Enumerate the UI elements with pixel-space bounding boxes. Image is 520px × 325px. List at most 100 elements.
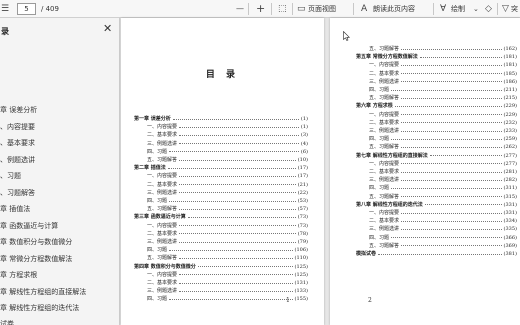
toc-entry[interactable]: 五、习题解答 (162) xyxy=(369,45,517,53)
toc-entry[interactable]: 四、习题 (155) xyxy=(147,295,308,303)
sidebar-item[interactable]: 章 函数逼近与计算 xyxy=(0,221,58,231)
zoom-out-button[interactable]: — xyxy=(236,0,244,18)
sidebar-item[interactable]: 、习题 xyxy=(0,171,21,181)
page-total-label: / 409 xyxy=(41,5,59,13)
toc-entry-page: (281) xyxy=(503,169,517,175)
toc-dot-leader xyxy=(401,122,502,124)
read-aloud-button[interactable]: 朗读此页内容 xyxy=(373,0,415,18)
sidebar-item[interactable]: 、习题解答 xyxy=(0,188,35,198)
fit-page-icon[interactable]: ⬚ xyxy=(278,0,287,18)
toc-entry[interactable]: 第六章 方程求根 (229) xyxy=(356,102,517,110)
toc-entry[interactable]: 二、基本要求 (21) xyxy=(147,181,308,189)
sidebar-item[interactable]: 章 插值法 xyxy=(0,204,30,214)
toc-entry[interactable]: 一、内容提要 (1) xyxy=(147,123,308,131)
toc-dot-leader xyxy=(197,266,293,268)
toc-entry[interactable]: 二、基本要求 (3) xyxy=(147,131,308,139)
toc-entry[interactable]: 一、内容提要 (181) xyxy=(369,61,517,69)
toc-entry[interactable]: 三、例题选讲 (233) xyxy=(369,127,517,135)
toc-entry[interactable]: 一、内容提要 (277) xyxy=(369,160,517,168)
toc-entry[interactable]: 五、习题解答 (215) xyxy=(369,94,517,102)
toc-entry[interactable]: 三、例题选讲 (133) xyxy=(147,287,308,295)
toc-entry[interactable]: 四、习题 (53) xyxy=(147,197,308,205)
highlight-icon[interactable]: ▽ xyxy=(502,0,509,18)
toc-entry[interactable]: 五、习题解答 (315) xyxy=(369,193,517,201)
toc-entry-title: 第六章 方程求根 xyxy=(356,103,393,110)
read-aloud-icon[interactable]: A xyxy=(361,0,367,18)
toc-entry[interactable]: 三、例题选讲 (335) xyxy=(369,225,517,233)
toc-entry[interactable]: 二、基本要求 (131) xyxy=(147,279,308,287)
toc-entry-title: 二、基本要求 xyxy=(369,169,400,175)
highlight-button[interactable]: 突 xyxy=(511,0,518,18)
sidebar-item[interactable]: 章 常微分方程数值解法 xyxy=(0,254,72,264)
toc-entry[interactable]: 三、例题选讲 (22) xyxy=(147,189,308,197)
close-icon[interactable]: ✕ xyxy=(103,22,112,35)
toc-dot-leader xyxy=(401,130,502,132)
zoom-in-button[interactable]: + xyxy=(256,0,265,18)
toc-entry[interactable]: 第三章 函数逼近与计算 (73) xyxy=(134,213,308,221)
toc-entry-page: (277) xyxy=(503,160,517,167)
sidebar-item[interactable]: 、内容提要 xyxy=(0,122,35,132)
toc-entry[interactable]: 第七章 解线性方程组的直接解法 (277) xyxy=(356,152,517,160)
sidebar-item[interactable]: 章 解线性方程组的直接解法 xyxy=(0,287,86,297)
toc-entry[interactable]: 一、内容提要 (17) xyxy=(147,172,308,180)
toc-entry[interactable]: 第一章 误差分析 (1) xyxy=(134,115,308,123)
toc-dot-leader xyxy=(179,274,293,276)
toc-entry[interactable]: 二、基本要求 (334) xyxy=(369,217,517,225)
draw-icon[interactable]: ∀ xyxy=(440,0,446,18)
toc-entry[interactable]: 三、例题选讲 (282) xyxy=(369,176,517,184)
toc-entry[interactable]: 第二章 插值法 (17) xyxy=(134,164,308,172)
toc-entry[interactable]: 一、内容提要 (229) xyxy=(369,111,517,119)
toc-entry[interactable]: 四、习题 (6) xyxy=(147,148,308,156)
sidebar-item[interactable]: 章 解线性方程组的迭代法 xyxy=(0,303,79,313)
table-of-contents-icon[interactable]: ☰ xyxy=(1,0,9,18)
toc-entry[interactable]: 五、习题解答 (110) xyxy=(147,254,308,262)
toc-entry-title: 一、内容提要 xyxy=(147,173,178,180)
sidebar-item[interactable]: 、例题选讲 xyxy=(0,155,35,165)
toc-entry-page: (106) xyxy=(294,247,308,254)
toc-entry[interactable]: 二、基本要求 (185) xyxy=(369,70,517,78)
draw-button[interactable]: 绘制 xyxy=(451,0,465,18)
toc-entry[interactable]: 二、基本要求 (281) xyxy=(369,168,517,176)
toc-entry-page: (162) xyxy=(503,46,517,52)
page-number-input[interactable]: 5 xyxy=(17,3,36,15)
toc-entry[interactable]: 五、习题解答 (369) xyxy=(369,242,517,250)
toc-entry[interactable]: 一、内容提要 (73) xyxy=(147,222,308,230)
eraser-icon[interactable]: ◇ xyxy=(485,0,492,18)
toc-entry[interactable]: 五、习题解答 (57) xyxy=(147,205,308,213)
sidebar-item[interactable]: 章 方程求根 xyxy=(0,270,37,280)
toc-entry[interactable]: 四、习题 (311) xyxy=(369,184,517,192)
toc-entry[interactable]: 五、习题解答 (262) xyxy=(369,143,517,151)
toc-entry[interactable]: 一、内容提要 (125) xyxy=(147,271,308,279)
toc-entry[interactable]: 四、习题 (106) xyxy=(147,246,308,254)
toc-entry[interactable]: 五、习题解答 (10) xyxy=(147,156,308,164)
toc-entry-title: 四、习题 xyxy=(369,87,390,93)
page-view-button[interactable]: 页面视图 xyxy=(308,0,336,18)
toc-entry[interactable]: 四、习题 (366) xyxy=(369,234,517,242)
chevron-down-icon[interactable]: ⌄ xyxy=(473,0,479,18)
toc-entry[interactable]: 三、例题选讲 (186) xyxy=(369,78,517,86)
sidebar-item[interactable]: 、基本要求 xyxy=(0,138,35,148)
toc-entry-page: (259) xyxy=(503,136,517,143)
toc-entry[interactable]: 第八章 解线性方程组的迭代法 (331) xyxy=(356,201,517,209)
toc-entry[interactable]: 三、例题选讲 (4) xyxy=(147,140,308,148)
toc-entry[interactable]: 模拟试卷 (381) xyxy=(356,250,517,258)
toc-dot-leader xyxy=(378,253,502,255)
toc-entry[interactable]: 第四章 数值积分与数值微分 (125) xyxy=(134,263,308,271)
toc-entry[interactable]: 三、例题选讲 (79) xyxy=(147,238,308,246)
toc-entry-title: 第三章 函数逼近与计算 xyxy=(134,214,186,221)
sidebar-item[interactable]: 章 数值积分与数值微分 xyxy=(0,237,72,247)
toc-dot-leader xyxy=(391,237,502,239)
sidebar-item[interactable]: 试卷 xyxy=(0,319,14,325)
page-view-icon[interactable]: ▭ xyxy=(297,0,306,18)
sidebar-item[interactable]: 章 误差分析 xyxy=(0,105,37,115)
toc-entry[interactable]: 四、习题 (259) xyxy=(369,135,517,143)
page-number: 2 xyxy=(368,297,372,304)
toc-entry[interactable]: 一、内容提要 (331) xyxy=(369,209,517,217)
toc-entry[interactable]: 四、习题 (211) xyxy=(369,86,517,94)
toc-entry[interactable]: 第五章 常微分方程数值解法 (181) xyxy=(356,53,517,61)
toc-entry-page: (73) xyxy=(297,222,308,229)
toc-entry[interactable]: 二、基本要求 (232) xyxy=(369,119,517,127)
toc-entry-title: 二、基本要求 xyxy=(369,119,400,126)
toc-entry[interactable]: 二、基本要求 (78) xyxy=(147,230,308,238)
toc-entry-page: (155) xyxy=(294,296,308,303)
